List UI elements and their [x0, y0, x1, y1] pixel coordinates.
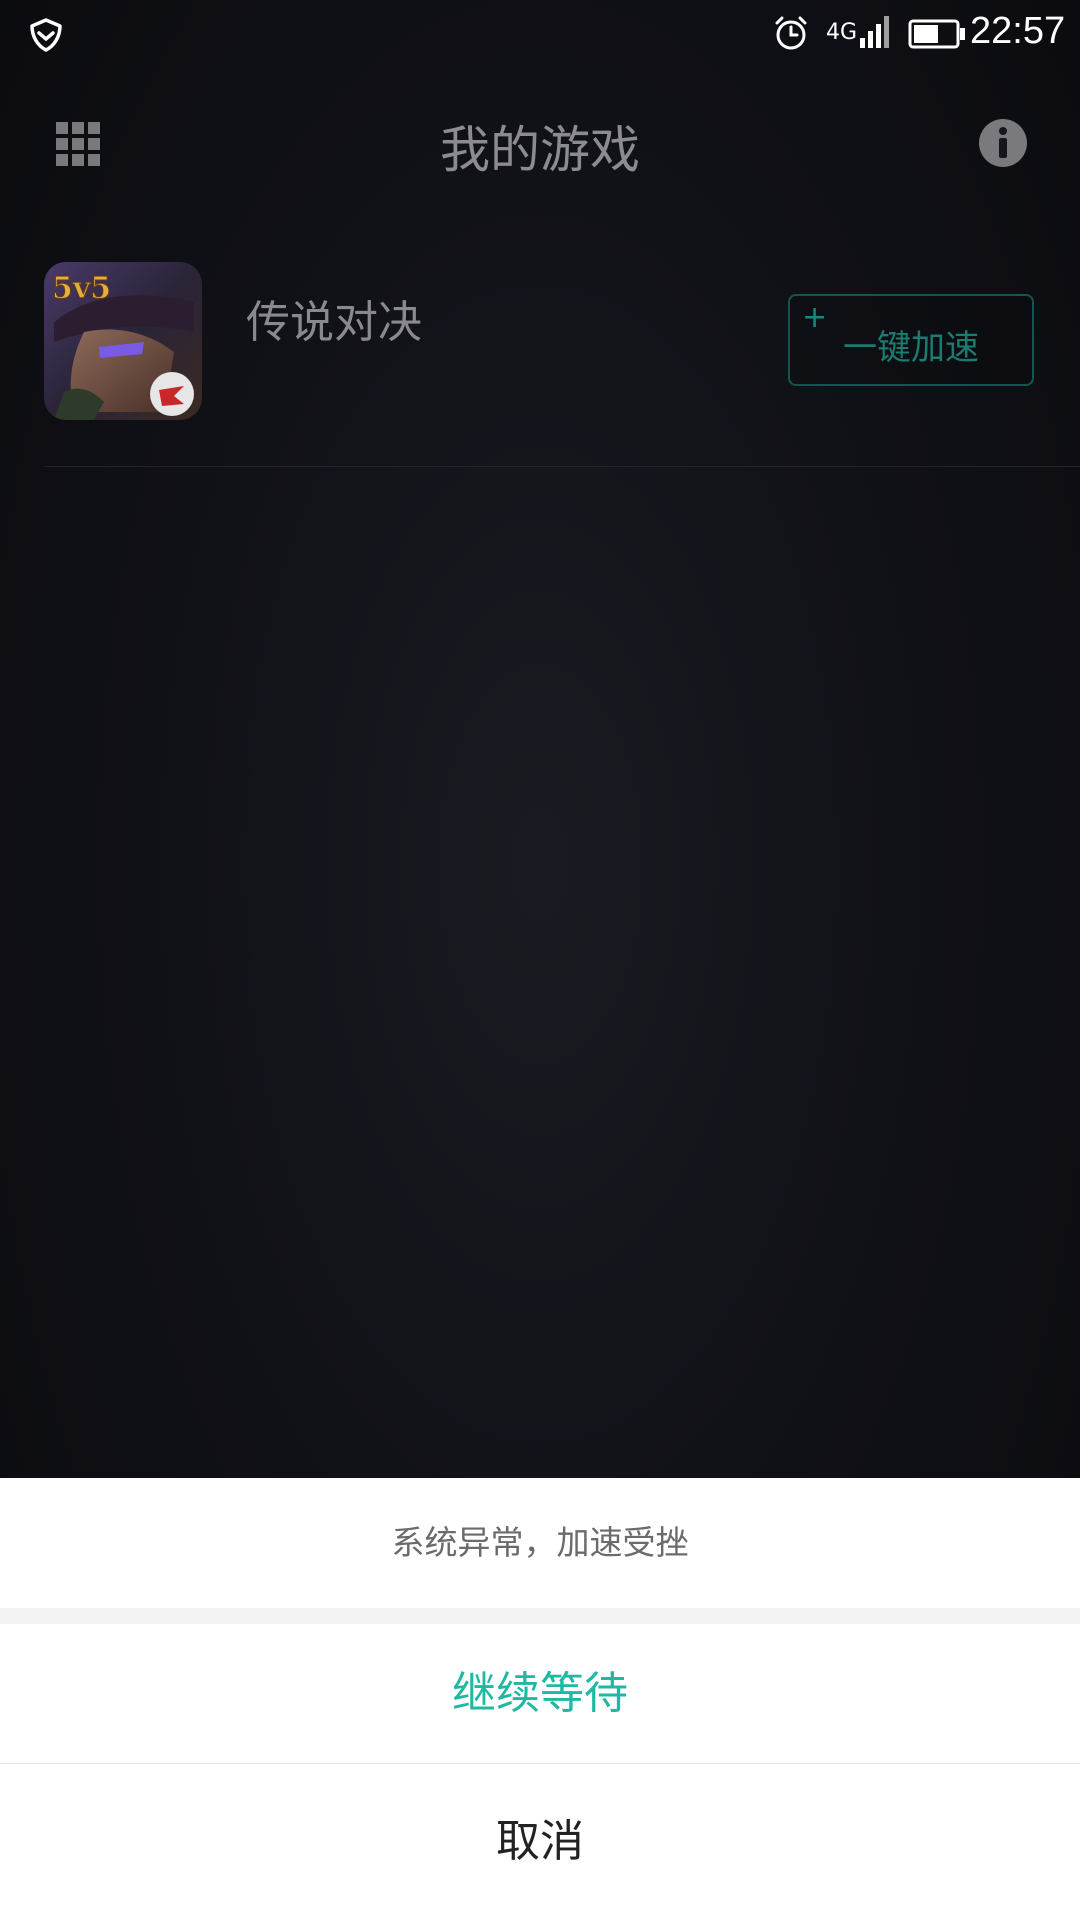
- game-list-item[interactable]: 5v5 传说对决 + 一键加速: [44, 262, 1080, 467]
- cancel-button[interactable]: 取消: [0, 1764, 1080, 1920]
- action-sheet: 系统异常，加速受挫 继续等待 取消: [0, 1478, 1080, 1920]
- signal-icon: [860, 16, 889, 48]
- battery-icon: [908, 19, 965, 49]
- boost-button-label: 一键加速: [843, 328, 979, 368]
- game-name: 传说对决: [246, 297, 422, 348]
- svg-text:5v5: 5v5: [52, 271, 111, 306]
- status-bar: 4G 22:57: [0, 0, 1080, 66]
- app-screen: 4G 22:57 我的游戏 5v5 传说对决 + 一键加速 系统异常，加速受挫 …: [0, 0, 1080, 1920]
- one-click-boost-button[interactable]: + 一键加速: [788, 294, 1034, 386]
- page-title: 我的游戏: [440, 121, 640, 179]
- sheet-message: 系统异常，加速受挫: [391, 1523, 689, 1562]
- app-header: 我的游戏: [0, 90, 1080, 200]
- info-icon[interactable]: [978, 118, 1028, 168]
- continue-waiting-button[interactable]: 继续等待: [0, 1624, 1080, 1764]
- shield-icon: [30, 18, 62, 52]
- network-type: 4G: [826, 20, 858, 45]
- game-icon: 5v5: [44, 262, 202, 420]
- game-artwork-icon: 5v5: [44, 262, 202, 420]
- clock: 22:57: [970, 10, 1066, 52]
- sheet-divider: [0, 1608, 1080, 1624]
- alarm-icon: [775, 16, 807, 50]
